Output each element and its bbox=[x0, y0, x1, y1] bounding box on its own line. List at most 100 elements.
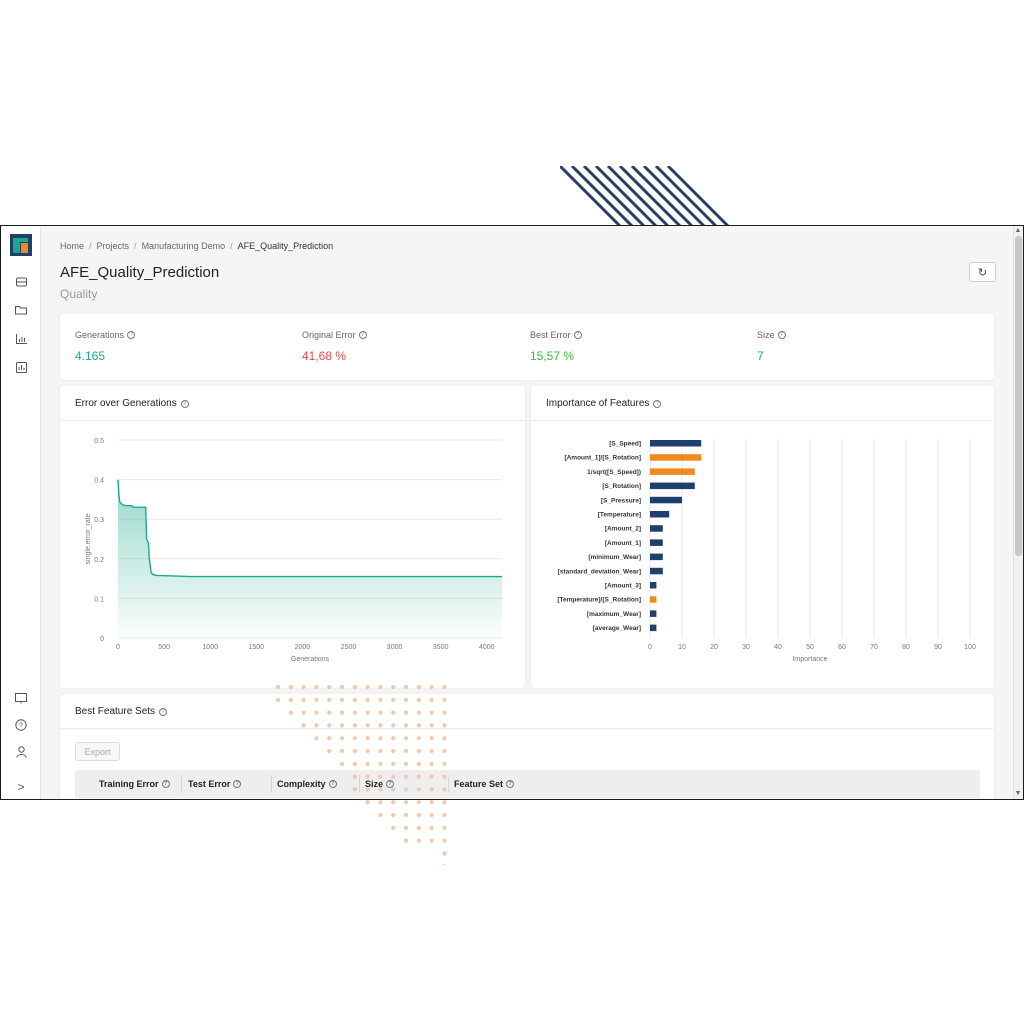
decorative-dot bbox=[352, 761, 357, 766]
decorative-dot bbox=[429, 684, 434, 690]
decorative-dot bbox=[378, 761, 383, 766]
category-label: [minimum_Wear] bbox=[588, 554, 641, 561]
x-tick-label: 10 bbox=[678, 644, 686, 651]
importance-bar bbox=[650, 482, 695, 490]
decorative-dot bbox=[429, 761, 434, 766]
decorative-dot bbox=[378, 748, 383, 754]
stat-original-error: Original Error? 41,68 % bbox=[302, 330, 367, 363]
decorative-dot bbox=[391, 774, 396, 779]
breadcrumb-projects[interactable]: Projects bbox=[97, 241, 130, 251]
decorative-dot bbox=[391, 710, 396, 715]
decorative-dot bbox=[416, 723, 421, 728]
help-icon[interactable]: ? bbox=[159, 707, 168, 716]
help-icon[interactable]: ? bbox=[358, 331, 367, 339]
decorative-dot bbox=[352, 774, 357, 779]
importance-bar bbox=[650, 610, 657, 617]
decorative-dot bbox=[352, 710, 357, 715]
column-header-test-error[interactable]: Test Error? bbox=[188, 779, 242, 789]
decorative-dot bbox=[365, 748, 370, 754]
error-chart: 0 0.1 0.2 0.3 0.4 0.5 0 500 1000 1500 2000 2500 3000… bbox=[85, 438, 502, 663]
category-label: 1/sqrt([S_Speed]) bbox=[587, 469, 641, 476]
help-icon[interactable]: ? bbox=[127, 331, 136, 339]
decorative-dot bbox=[391, 723, 396, 728]
scroll-thumb[interactable] bbox=[1015, 236, 1022, 556]
decorative-dot bbox=[429, 736, 434, 741]
importance-bar bbox=[650, 553, 663, 561]
help-icon[interactable]: ? bbox=[13, 717, 29, 733]
error-chart-card: Error over Generations? 0 0.1 0.2 0.3 0.4 0.5… bbox=[60, 386, 525, 688]
user-icon[interactable] bbox=[13, 744, 29, 760]
importance-bar bbox=[650, 582, 657, 589]
x-tick-label: 1000 bbox=[202, 644, 218, 651]
decorative-dot bbox=[403, 761, 409, 766]
scroll-down-icon[interactable]: ▼ bbox=[1014, 790, 1022, 798]
decorative-dot bbox=[391, 825, 396, 830]
decorative-dot bbox=[403, 710, 409, 715]
decorative-dot bbox=[365, 697, 370, 702]
stat-label: Best Error bbox=[530, 330, 571, 340]
decorative-dot bbox=[416, 761, 421, 766]
report-icon[interactable] bbox=[13, 359, 29, 375]
x-tick-label: 40 bbox=[774, 644, 782, 651]
decorative-dot bbox=[442, 812, 447, 818]
column-header-training-error[interactable]: Training Error? bbox=[99, 779, 170, 789]
breadcrumb-home[interactable]: Home bbox=[60, 241, 84, 251]
svg-text:?: ? bbox=[19, 723, 23, 730]
column-header-feature-set[interactable]: Feature Set? bbox=[454, 779, 515, 789]
decorative-dot bbox=[403, 774, 409, 779]
decorative-dot bbox=[416, 697, 421, 702]
inbox-icon[interactable] bbox=[13, 274, 29, 290]
decorative-dot bbox=[416, 774, 421, 779]
decorative-dot bbox=[416, 838, 421, 843]
decorative-dot bbox=[442, 697, 447, 702]
refresh-button[interactable]: ↻ bbox=[969, 262, 996, 282]
decorative-dot bbox=[378, 710, 383, 715]
scroll-up-icon[interactable]: ▲ bbox=[1014, 227, 1022, 235]
presentation-icon[interactable] bbox=[13, 690, 29, 706]
y-tick-label: 0.3 bbox=[94, 517, 104, 524]
help-icon[interactable]: ? bbox=[161, 780, 170, 788]
decorative-dot bbox=[365, 710, 370, 715]
vertical-scrollbar[interactable]: ▲ ▼ bbox=[1013, 226, 1023, 799]
category-label: [S_Pressure] bbox=[601, 497, 641, 504]
help-icon[interactable]: ? bbox=[506, 780, 515, 788]
x-tick-label: 1500 bbox=[249, 644, 265, 651]
decorative-dot bbox=[391, 684, 396, 690]
help-icon[interactable]: ? bbox=[573, 331, 582, 339]
help-icon[interactable]: ? bbox=[233, 780, 242, 788]
x-tick-label: 3000 bbox=[387, 644, 403, 651]
help-icon[interactable]: ? bbox=[777, 331, 786, 339]
expand-sidebar-icon[interactable]: > bbox=[13, 779, 29, 795]
x-tick-label: 60 bbox=[838, 644, 846, 651]
stat-best-error: Best Error? 15,57 % bbox=[530, 330, 582, 363]
table-header: Training Error? Test Error? Complexity? … bbox=[75, 770, 980, 798]
decorative-dot bbox=[429, 697, 434, 702]
decorative-dot bbox=[352, 787, 357, 792]
stat-label: Original Error bbox=[302, 330, 356, 340]
decorative-dot bbox=[365, 736, 370, 741]
category-label: [Temperature]/[S_Rotation] bbox=[557, 597, 641, 604]
decorative-dot bbox=[416, 748, 421, 754]
folder-icon[interactable] bbox=[13, 302, 29, 318]
decorative-dot bbox=[442, 761, 447, 766]
decorative-dot bbox=[339, 684, 345, 690]
divider bbox=[60, 728, 994, 729]
category-label: [Amount_2] bbox=[605, 526, 641, 533]
decorative-dot bbox=[416, 812, 421, 818]
x-tick-label: 3500 bbox=[433, 644, 449, 651]
decorative-dot bbox=[301, 723, 306, 728]
bar-chart-icon[interactable] bbox=[13, 331, 29, 347]
decorative-dot bbox=[391, 748, 396, 754]
category-label: [S_Rotation] bbox=[602, 483, 641, 490]
importance-bar bbox=[650, 525, 663, 532]
export-button[interactable]: Export bbox=[75, 742, 120, 761]
decorative-dot bbox=[403, 825, 409, 830]
breadcrumb-project[interactable]: Manufacturing Demo bbox=[142, 241, 226, 251]
importance-bar bbox=[650, 511, 670, 518]
decorative-dot bbox=[429, 787, 434, 792]
decorative-dot bbox=[327, 710, 332, 715]
decorative-dot bbox=[429, 710, 434, 715]
x-tick-label: 20 bbox=[710, 644, 718, 651]
decorative-dot bbox=[365, 787, 370, 792]
x-tick-label: 2000 bbox=[295, 644, 311, 651]
